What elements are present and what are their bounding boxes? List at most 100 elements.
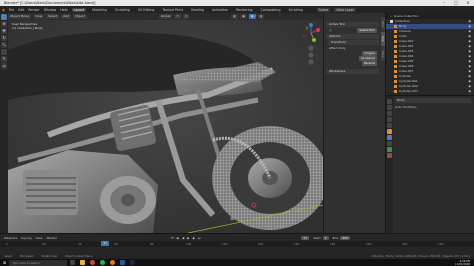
end-frame-field[interactable]: 250 bbox=[340, 235, 350, 240]
rotate-icon[interactable]: ↻ bbox=[1, 35, 7, 41]
add-menu[interactable]: Add bbox=[61, 14, 72, 19]
view-menu[interactable]: View bbox=[32, 14, 45, 19]
active-tool-name[interactable]: Select Box bbox=[357, 28, 377, 33]
select-box-icon[interactable]: ▢ bbox=[1, 14, 7, 20]
modifier-properties-icon[interactable] bbox=[387, 135, 392, 140]
object-mode-dropdown[interactable]: Object Mode bbox=[8, 14, 31, 19]
play-icon[interactable]: ▶ bbox=[187, 236, 190, 240]
taskbar-search-placeholder: Type here to search bbox=[12, 260, 40, 265]
object-properties-icon[interactable] bbox=[387, 129, 392, 134]
transform-header[interactable]: Transform bbox=[328, 40, 379, 45]
spotify-icon[interactable] bbox=[99, 260, 105, 265]
steam-icon[interactable] bbox=[129, 260, 135, 265]
taskbar-date: 11/01/2020 bbox=[455, 262, 470, 266]
timeline-header: Playback Keying View Marker ⏮ ◆ ◀ ▶ ◆ ⏭ … bbox=[0, 234, 474, 241]
object-icon bbox=[394, 65, 397, 68]
workspace-tab-shading[interactable]: Shading bbox=[189, 8, 206, 12]
visibility-eye-icon[interactable]: ◉ bbox=[468, 89, 471, 94]
overlays-icon[interactable]: ◐ bbox=[231, 14, 239, 19]
windows-start-icon[interactable]: ⊞ bbox=[3, 260, 6, 265]
move-icon[interactable]: ✥ bbox=[1, 28, 7, 34]
menu-edit[interactable]: Edit bbox=[18, 8, 24, 12]
timeline-ruler[interactable]: 0 20 40 60 80 100 120 140 160 180 200 220 240 bbox=[0, 241, 474, 247]
object-icon bbox=[394, 70, 397, 73]
data-properties-icon[interactable] bbox=[387, 147, 392, 152]
current-frame-field[interactable]: 17 bbox=[301, 235, 310, 240]
options-header[interactable]: Options bbox=[326, 34, 379, 39]
play-reverse-icon[interactable]: ◀ bbox=[182, 236, 185, 240]
timeline-playback-menu[interactable]: Playback bbox=[4, 236, 17, 240]
workspace-tab-scripting[interactable]: Scripting bbox=[286, 8, 304, 12]
view-layer-selector[interactable]: View Layer bbox=[334, 7, 356, 12]
xray-icon[interactable]: ▣ bbox=[240, 14, 247, 19]
timeline-marker-menu[interactable]: Marker bbox=[47, 236, 57, 240]
playhead[interactable]: 17 bbox=[101, 241, 109, 246]
workspace-tab-uv[interactable]: UV Editing bbox=[136, 8, 157, 12]
cursor-icon[interactable]: ⊕ bbox=[1, 21, 7, 27]
shading-solid-icon[interactable]: ● bbox=[248, 14, 256, 19]
transform-orientation-dropdown[interactable]: Global bbox=[158, 14, 173, 19]
measure-icon[interactable]: ⊿ bbox=[1, 63, 7, 69]
navigation-gizmo[interactable] bbox=[301, 23, 321, 65]
workspace-tab-modeling[interactable]: Modeling bbox=[90, 8, 109, 12]
file-explorer-icon[interactable] bbox=[79, 260, 85, 265]
object-menu[interactable]: Object bbox=[73, 14, 87, 19]
object-icon bbox=[394, 55, 397, 58]
shading-material-icon[interactable]: ◑ bbox=[257, 14, 265, 19]
timeline-tick-label: 80 bbox=[150, 242, 154, 246]
timeline-view-menu[interactable]: View bbox=[35, 236, 42, 240]
scene-properties-icon[interactable] bbox=[387, 117, 392, 122]
start-frame-field[interactable]: 1 bbox=[322, 235, 329, 240]
workspace-tab-compositing[interactable]: Compositing bbox=[259, 8, 283, 12]
filter-icon[interactable]: ⌕ bbox=[390, 14, 392, 19]
tool-properties-icon[interactable] bbox=[387, 99, 392, 104]
jump-end-icon[interactable]: ⏭ bbox=[198, 236, 202, 240]
workspace-tab-layout[interactable]: Layout bbox=[71, 7, 87, 12]
prev-key-icon[interactable]: ◆ bbox=[177, 236, 180, 240]
timeline-tick-label: 220 bbox=[402, 242, 408, 246]
photoshop-icon[interactable] bbox=[119, 260, 125, 265]
viewport-info: User Perspective (1) Collection | Body bbox=[12, 22, 43, 30]
active-tool-header[interactable]: Active Tool bbox=[326, 22, 379, 27]
scale-icon[interactable]: ⤡ bbox=[1, 42, 7, 48]
workspace-tab-texture[interactable]: Texture Paint bbox=[160, 8, 185, 12]
menu-render[interactable]: Render bbox=[28, 8, 39, 12]
chrome-icon[interactable] bbox=[89, 260, 95, 265]
menu-file[interactable]: File bbox=[9, 8, 14, 12]
snap-icon[interactable]: ⊓ bbox=[174, 14, 181, 19]
properties-editor: Body Auto Modifiers bbox=[385, 95, 474, 233]
constraint-properties-icon[interactable] bbox=[387, 141, 392, 146]
timeline-tick-label: 160 bbox=[294, 242, 300, 246]
outliner-item-label: Cylinder.003 bbox=[399, 89, 418, 93]
blender-taskbar-icon[interactable] bbox=[109, 260, 115, 265]
transform-icon[interactable]: ⬚ bbox=[1, 49, 7, 55]
playback-controls: ⏮ ◆ ◀ ▶ ◆ ⏭ bbox=[171, 236, 202, 240]
material-properties-icon[interactable] bbox=[387, 153, 392, 158]
menu-window[interactable]: Window bbox=[44, 8, 57, 12]
workspace-tab-sculpting[interactable]: Sculpting bbox=[113, 8, 132, 12]
parents-checkbox[interactable]: Parents bbox=[361, 61, 377, 66]
outliner-item[interactable]: Cylinder.003 ◉ bbox=[386, 89, 474, 94]
jump-start-icon[interactable]: ⏮ bbox=[171, 236, 175, 240]
timeline-tick-label: 100 bbox=[186, 242, 192, 246]
task-view-icon[interactable] bbox=[69, 260, 75, 265]
workspace-header[interactable]: Workspace bbox=[326, 69, 379, 74]
workspace-tab-rendering[interactable]: Rendering bbox=[234, 8, 254, 12]
workspace-tab-animation[interactable]: Animation bbox=[210, 8, 230, 12]
object-name-field[interactable]: Body bbox=[395, 98, 471, 103]
3d-viewport[interactable]: User Perspective (1) Collection | Body bbox=[8, 20, 323, 233]
scene-selector[interactable]: Scene bbox=[316, 7, 331, 12]
object-icon bbox=[394, 90, 397, 93]
annotate-icon[interactable]: ✎ bbox=[1, 56, 7, 62]
blender-logo-icon[interactable]: ◉ bbox=[2, 8, 5, 12]
timeline-keying-menu[interactable]: Keying bbox=[21, 236, 31, 240]
menu-help[interactable]: Help bbox=[60, 8, 67, 12]
select-menu[interactable]: Select bbox=[46, 14, 60, 19]
taskbar-search[interactable]: Type here to search bbox=[9, 259, 68, 266]
world-properties-icon[interactable] bbox=[387, 123, 392, 128]
proportional-edit-icon[interactable]: ◎ bbox=[182, 14, 190, 19]
next-key-icon[interactable]: ◆ bbox=[192, 236, 195, 240]
object-icon bbox=[394, 30, 397, 33]
render-properties-icon[interactable] bbox=[387, 105, 392, 110]
output-properties-icon[interactable] bbox=[387, 111, 392, 116]
